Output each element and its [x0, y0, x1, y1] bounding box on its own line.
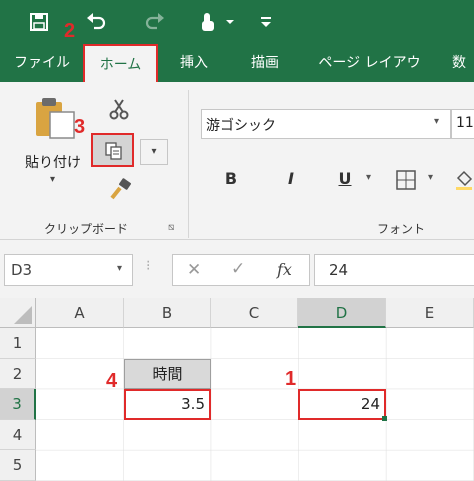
tab-formulas[interactable]: 数: [452, 44, 474, 82]
font-name-dropdown-icon: ▾: [434, 116, 440, 127]
tab-page-layout[interactable]: ページ レイアウト: [312, 44, 427, 109]
name-box-value: D3: [11, 261, 33, 279]
row-header-5[interactable]: 5: [0, 450, 36, 481]
name-box-dropdown-icon: ▾: [117, 263, 123, 274]
tab-draw[interactable]: 描画: [240, 44, 290, 82]
step-marker-4: 4: [106, 370, 118, 392]
font-name-value: 游ゴシック: [206, 118, 276, 134]
tab-file[interactable]: ファイル: [12, 44, 72, 82]
cut-icon[interactable]: [108, 98, 130, 120]
paste-dropdown-icon[interactable]: ▾: [50, 174, 55, 185]
font-size-select[interactable]: 11: [451, 109, 474, 139]
format-painter-icon[interactable]: [108, 178, 134, 202]
ribbon-tabs: ファイル ホーム 挿入 描画 ページ レイアウト 数: [0, 44, 474, 109]
font-name-select[interactable]: 游ゴシック ▾: [201, 109, 451, 139]
formula-value: 24: [329, 261, 349, 279]
copy-button[interactable]: [91, 133, 134, 167]
row-header-3[interactable]: 3: [0, 389, 36, 420]
fill-handle[interactable]: [382, 416, 387, 421]
grid-lines: [36, 328, 474, 481]
paste-icon[interactable]: [30, 94, 80, 142]
font-size-value: 11: [456, 115, 474, 131]
undo-icon[interactable]: [84, 10, 108, 34]
select-all-corner[interactable]: [0, 298, 36, 328]
step-marker-1: 1: [285, 368, 297, 390]
clipboard-launcher-icon[interactable]: ⧅: [168, 222, 174, 233]
copy-dropdown-icon[interactable]: ▾: [140, 139, 168, 165]
cell-b2[interactable]: 時間: [124, 359, 211, 389]
cell-d3[interactable]: 24: [298, 389, 386, 420]
customize-qat-icon[interactable]: [258, 12, 274, 32]
bold-button[interactable]: B: [220, 168, 242, 190]
tab-home[interactable]: ホーム: [83, 44, 158, 82]
formula-input[interactable]: 24: [314, 254, 474, 286]
clipboard-group-label: クリップボード: [44, 222, 129, 236]
fill-color-icon[interactable]: [454, 168, 474, 190]
step-marker-3: 3: [74, 116, 86, 138]
copy-icon: [105, 142, 122, 160]
step-marker-2: 2: [64, 20, 76, 42]
row-header-4[interactable]: 4: [0, 420, 36, 450]
column-header-b[interactable]: B: [124, 298, 211, 328]
paste-button[interactable]: 貼り付け: [25, 152, 81, 172]
worksheet-grid[interactable]: A B C D E 1 2 3 4 5 時間 3.5 24: [0, 298, 474, 481]
enter-icon[interactable]: ✓: [231, 259, 245, 279]
formula-bar-grip-icon: ⁝: [146, 258, 151, 274]
italic-button[interactable]: I: [280, 168, 302, 190]
cancel-icon[interactable]: ✕: [187, 260, 201, 280]
borders-dropdown-icon[interactable]: ▾: [428, 172, 433, 183]
row-header-2[interactable]: 2: [0, 359, 36, 389]
row-header-1[interactable]: 1: [0, 328, 36, 359]
tab-insert[interactable]: 挿入: [172, 44, 216, 82]
column-header-d[interactable]: D: [298, 298, 386, 328]
ribbon-divider: [188, 90, 189, 238]
underline-dropdown-icon[interactable]: ▾: [366, 172, 371, 183]
touch-mode-icon[interactable]: [198, 10, 238, 34]
cell-b3[interactable]: 3.5: [124, 389, 211, 420]
ribbon-home: 貼り付け ▾ ▾ クリップボード ⧅ 游ゴシック ▾ 11 B I U ▾ ▾ …: [0, 82, 474, 240]
formula-buttons: ✕ ✓ fx: [172, 254, 310, 286]
redo-icon[interactable]: [143, 10, 167, 34]
insert-function-button[interactable]: fx: [277, 260, 292, 279]
formula-bar-area: D3 ▾ ⁝ ✕ ✓ fx 24: [0, 240, 474, 298]
save-icon[interactable]: [28, 12, 50, 34]
borders-icon[interactable]: [396, 170, 416, 190]
font-group-label: フォント: [377, 222, 426, 236]
column-header-e[interactable]: E: [386, 298, 474, 328]
column-header-a[interactable]: A: [36, 298, 124, 328]
column-header-c[interactable]: C: [211, 298, 298, 328]
name-box[interactable]: D3 ▾: [4, 254, 133, 286]
underline-button[interactable]: U: [334, 168, 356, 190]
